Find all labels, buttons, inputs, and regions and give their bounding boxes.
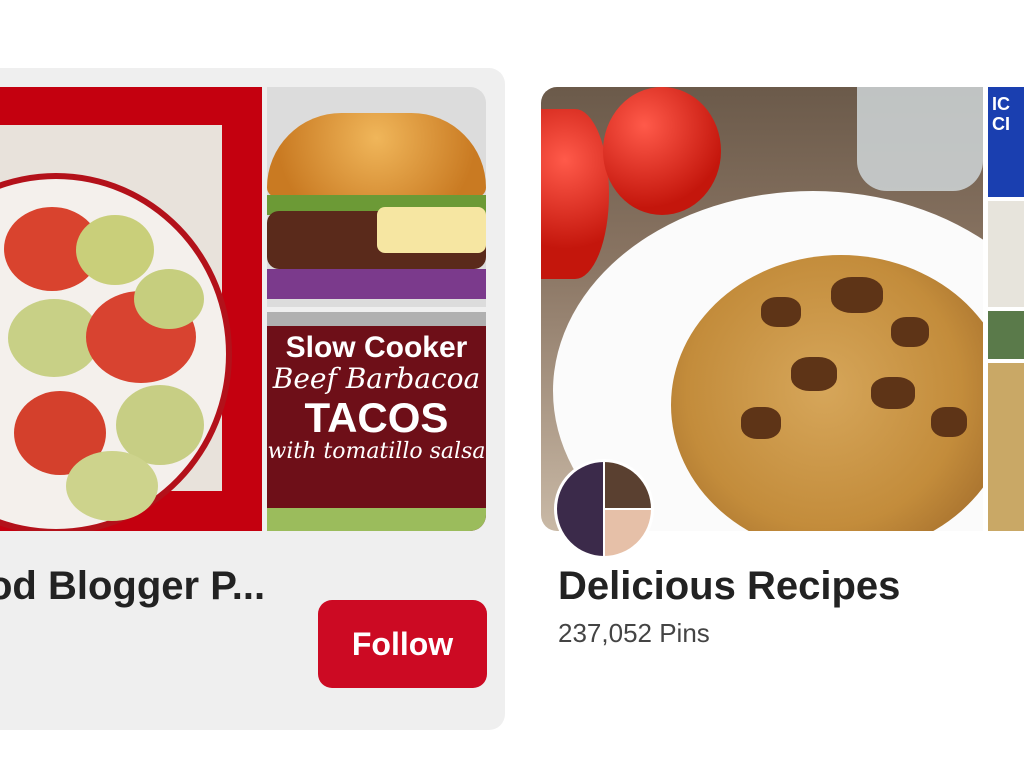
- follow-button[interactable]: Follow: [318, 600, 487, 688]
- pin-thumbnail-burger: [267, 87, 486, 307]
- avatar: [605, 510, 651, 556]
- pin-thumbnail-strip: [988, 201, 1024, 307]
- glass-image: [857, 87, 983, 191]
- tacos-caption: Slow Cooker Beef Barbacoa TACOS with tom…: [267, 331, 486, 464]
- avatar: [605, 462, 651, 508]
- strip-text: IC CI: [992, 94, 1010, 134]
- board-title[interactable]: Delicious Recipes: [558, 564, 900, 609]
- burger-bun: [267, 113, 486, 197]
- tacos-line-2: Beef Barbacoa: [272, 362, 481, 396]
- tacos-line-3: TACOS: [304, 393, 449, 441]
- pin-thumbnail-strip: [988, 311, 1024, 359]
- pin-count: 237,052 Pins: [558, 618, 710, 648]
- photo-backdrop: [0, 125, 232, 531]
- pin-thumbnail-tacos: Slow Cooker Beef Barbacoa TACOS with tom…: [267, 312, 486, 531]
- pin-thumbnail-strip: [988, 363, 1024, 531]
- collaborator-avatars[interactable]: [554, 459, 654, 559]
- board-cover-food-blogger[interactable]: Slow Cooker Beef Barbacoa TACOS with tom…: [0, 87, 486, 531]
- pin-thumbnail-strip: IC CI: [988, 87, 1024, 197]
- tacos-line-1: Slow Cooker: [285, 331, 468, 364]
- pin-thumbnail-zucchini-tomato: [0, 87, 262, 531]
- tacos-line-4: with tomatillo salsa: [267, 438, 486, 464]
- plate-image: [0, 173, 232, 531]
- board-title[interactable]: od Blogger P...: [0, 564, 265, 609]
- avatar: [557, 462, 603, 556]
